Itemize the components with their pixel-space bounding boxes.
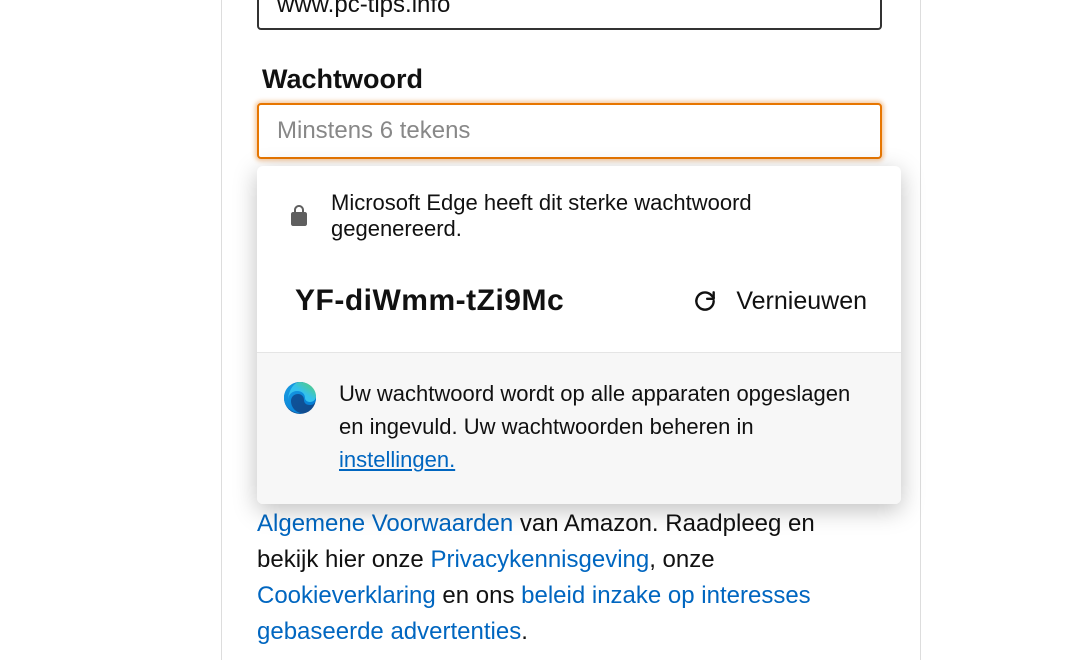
- url-input[interactable]: [257, 0, 882, 30]
- edge-logo-icon: [283, 381, 317, 415]
- cookie-link[interactable]: Cookieverklaring: [257, 582, 436, 609]
- refresh-button[interactable]: Vernieuwen: [692, 287, 867, 316]
- legal-text: Algemene Voorwaarden van Amazon. Raadple…: [257, 506, 882, 650]
- password-label: Wachtwoord: [262, 64, 423, 95]
- popup-body: YF-diWmm-tZi9Mc Vernieuwen: [257, 262, 901, 352]
- lock-icon: [287, 204, 311, 228]
- popup-footer: Uw wachtwoord wordt op alle apparaten op…: [257, 352, 901, 504]
- form-panel: Wachtwoord Microsoft Edge heeft dit ster…: [221, 0, 921, 660]
- footer-text-part: Uw wachtwoord wordt op alle apparaten op…: [339, 381, 850, 439]
- privacy-link[interactable]: Privacykennisgeving: [430, 546, 649, 573]
- legal-text-part: , onze: [649, 546, 714, 573]
- password-input[interactable]: [257, 103, 882, 159]
- settings-link[interactable]: instellingen.: [339, 447, 455, 472]
- refresh-label: Vernieuwen: [736, 287, 867, 316]
- popup-header-text: Microsoft Edge heeft dit sterke wachtwoo…: [331, 190, 873, 242]
- password-suggestion-popup: Microsoft Edge heeft dit sterke wachtwoo…: [257, 166, 901, 504]
- legal-text-part: .: [521, 618, 528, 645]
- terms-link[interactable]: Algemene Voorwaarden: [257, 510, 513, 537]
- popup-footer-text: Uw wachtwoord wordt op alle apparaten op…: [339, 377, 871, 476]
- refresh-icon: [692, 288, 718, 314]
- popup-header: Microsoft Edge heeft dit sterke wachtwoo…: [257, 166, 901, 262]
- legal-text-part: en ons: [436, 582, 521, 609]
- generated-password[interactable]: YF-diWmm-tZi9Mc: [295, 284, 564, 318]
